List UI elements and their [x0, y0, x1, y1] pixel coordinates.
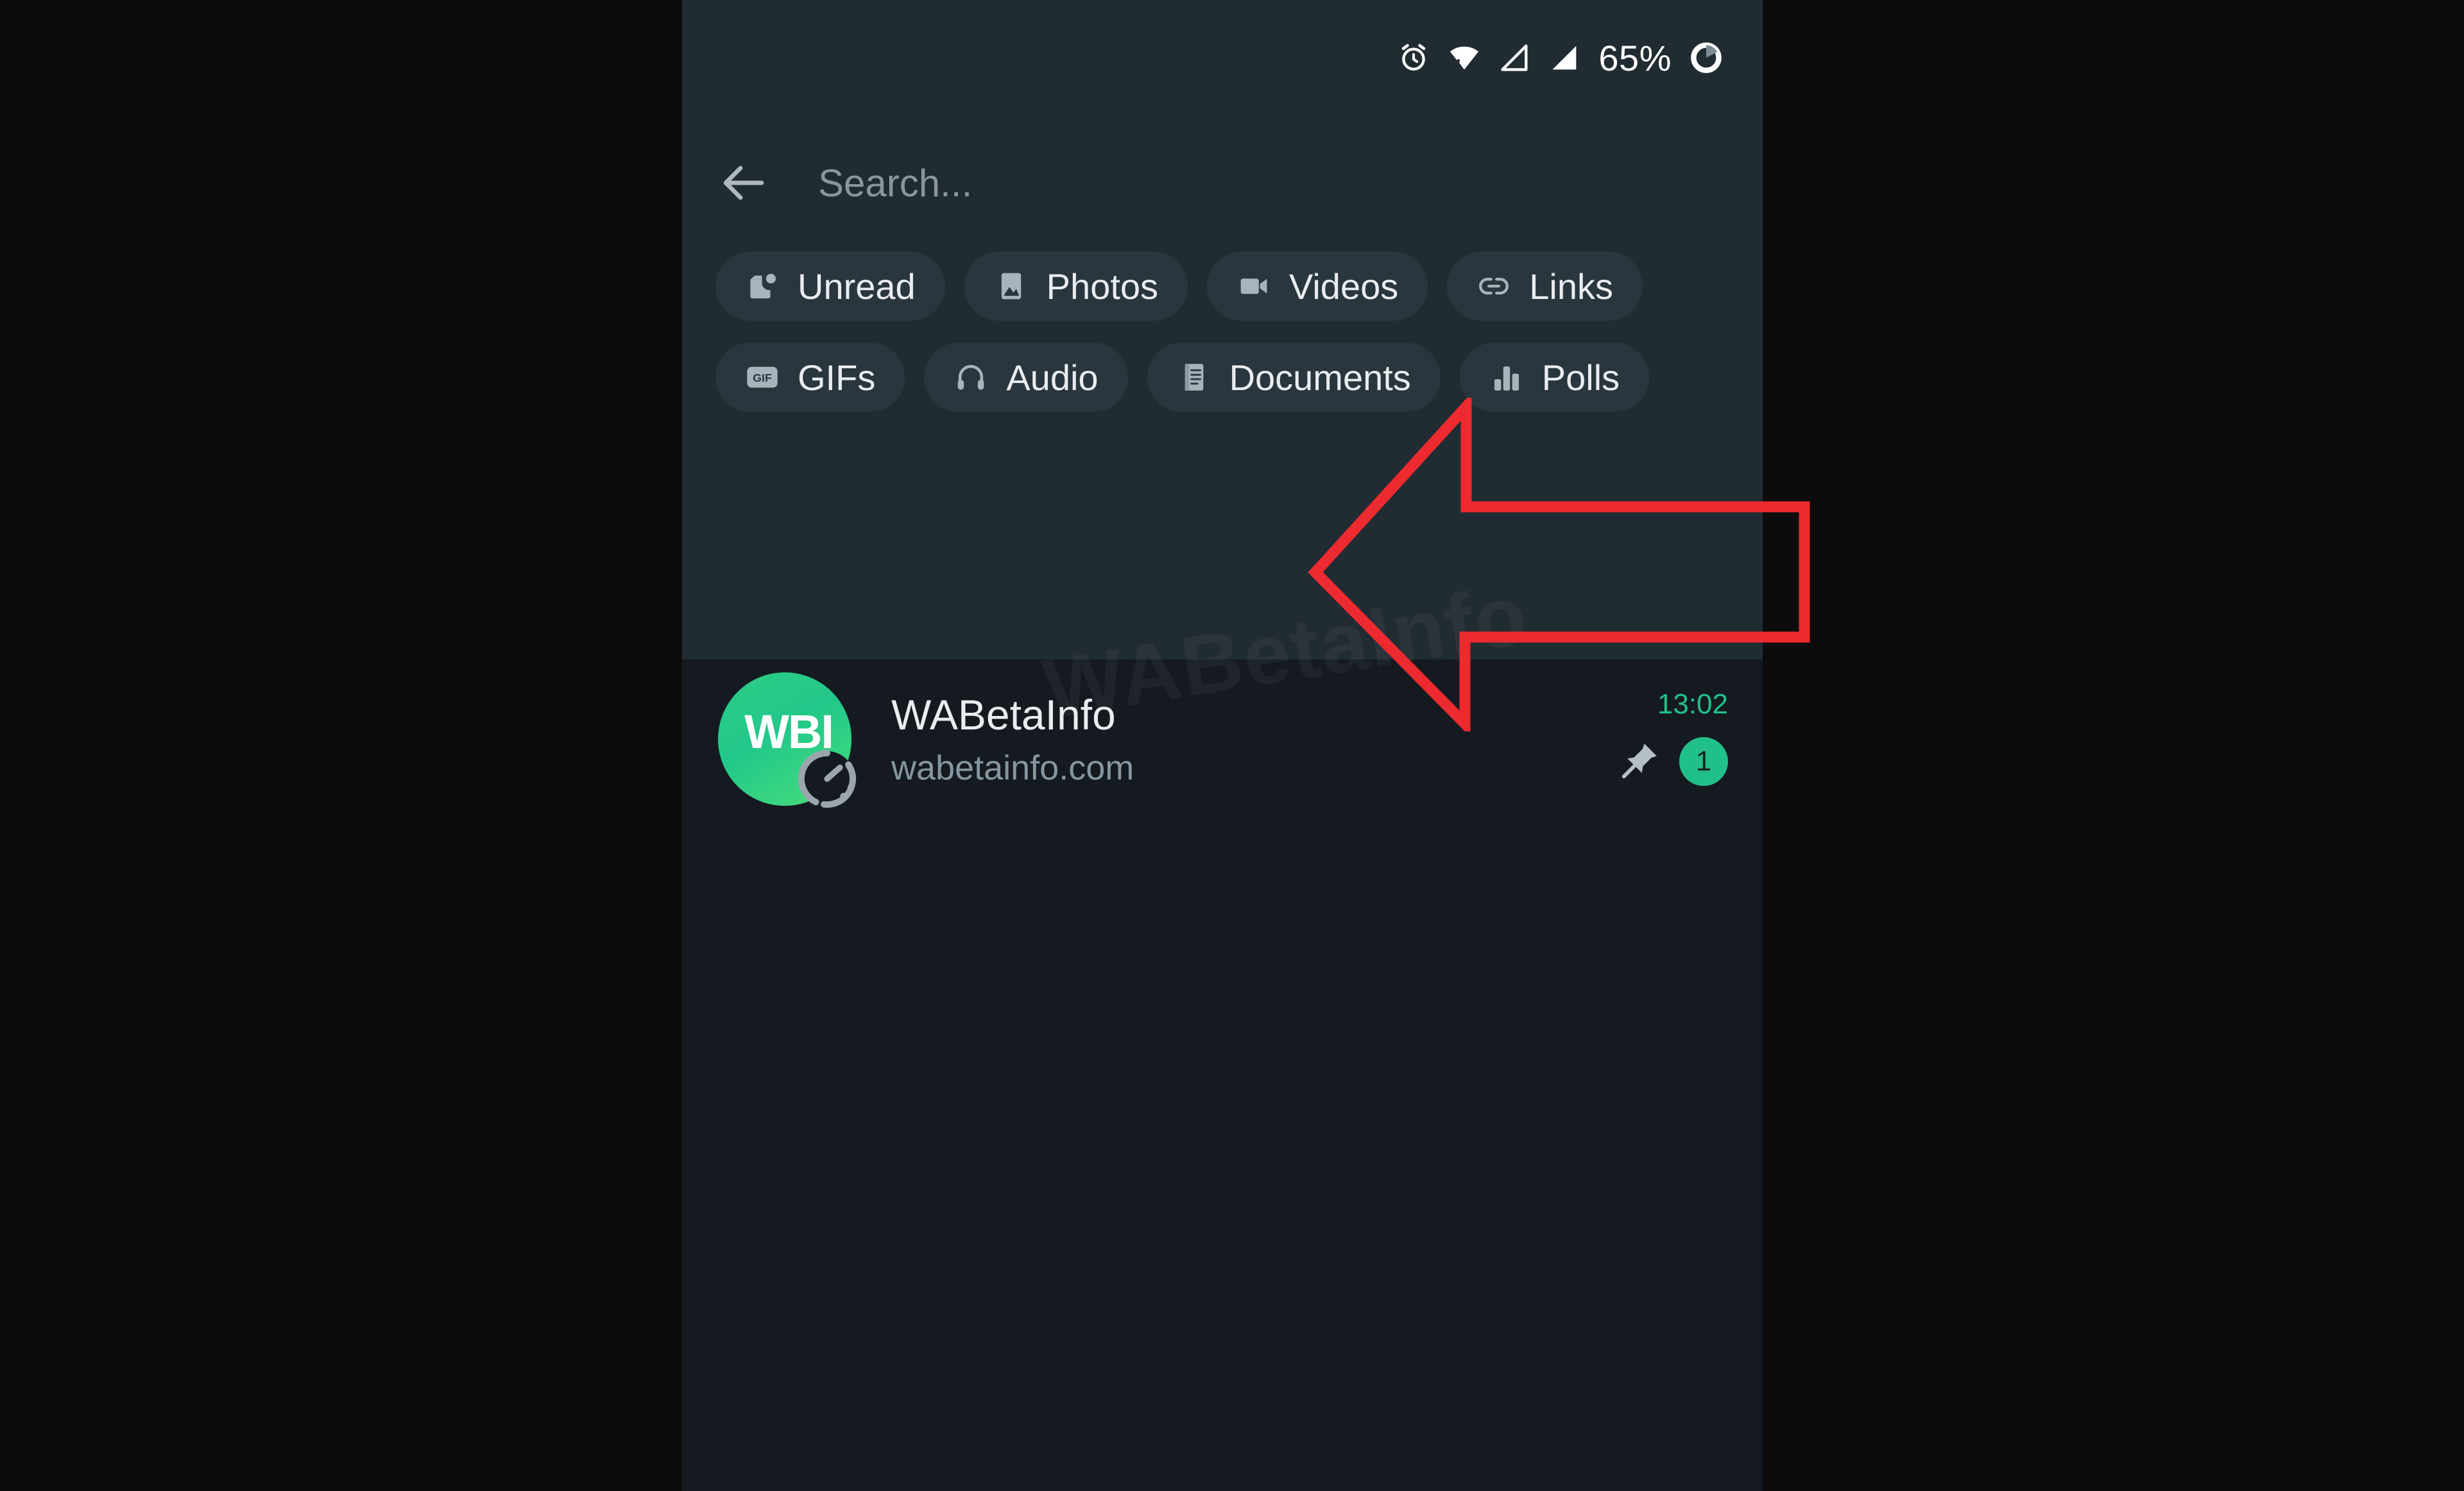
phone-screen: 65% Search... WABetaInfo	[682, 0, 1763, 1491]
chip-videos[interactable]: Videos	[1207, 251, 1428, 321]
search-bar[interactable]: Search...	[682, 115, 1763, 250]
chip-unread[interactable]: Unread	[715, 251, 945, 321]
video-camera-icon	[1236, 269, 1271, 303]
chat-subtitle: wabetainfo.com	[891, 749, 1134, 787]
chat-meta-block: 13:02 1	[1613, 688, 1728, 790]
svg-text:GIF: GIF	[753, 371, 772, 384]
document-icon	[1177, 360, 1211, 395]
unread-count: 1	[1695, 746, 1712, 777]
battery-percent-label: 65%	[1598, 37, 1672, 78]
chip-links[interactable]: Links	[1447, 251, 1643, 321]
chat-list: WBI WABetaInfo wabetainfo.com 13:02 1	[682, 660, 1763, 1491]
chip-polls[interactable]: Polls	[1459, 343, 1650, 412]
chip-label: GIFs	[798, 357, 876, 398]
battery-circle-icon	[1688, 40, 1724, 76]
chip-audio[interactable]: Audio	[924, 343, 1128, 412]
chip-label: Audio	[1006, 357, 1099, 398]
alarm-icon	[1397, 41, 1430, 74]
pin-icon	[1619, 739, 1661, 785]
search-input[interactable]: Search...	[818, 161, 972, 205]
search-header-panel: Search... WABetaInfo Unread	[682, 115, 1763, 737]
signal-sim2-icon	[1548, 41, 1582, 74]
signal-sim1-icon	[1498, 41, 1532, 74]
mark-unread-icon	[745, 269, 780, 303]
chip-label: Documents	[1229, 357, 1411, 398]
back-arrow-icon[interactable]	[714, 153, 773, 212]
screenshot-root: 65% Search... WABetaInfo	[0, 0, 2464, 1491]
filter-chips-container: Unread Photos Videos Links GIF GIFs Audi…	[682, 251, 1763, 412]
photo-icon	[994, 269, 1029, 303]
chip-gifs[interactable]: GIF GIFs	[715, 343, 905, 412]
chat-list-item[interactable]: WBI WABetaInfo wabetainfo.com 13:02 1	[682, 660, 1763, 819]
chip-label: Polls	[1541, 357, 1620, 398]
poll-bars-icon	[1489, 360, 1524, 395]
wifi-icon	[1447, 41, 1482, 74]
chip-documents[interactable]: Documents	[1147, 343, 1441, 412]
unread-badge: 1	[1679, 737, 1728, 786]
gif-badge-icon: GIF	[745, 360, 780, 395]
chat-timestamp: 13:02	[1657, 688, 1728, 720]
disappearing-messages-timer-icon	[792, 744, 862, 814]
headphones-icon	[954, 360, 988, 395]
chip-label: Videos	[1289, 266, 1399, 307]
status-bar: 65%	[682, 0, 1763, 115]
chat-text-block: WABetaInfo wabetainfo.com	[851, 690, 1613, 788]
chip-label: Links	[1529, 266, 1613, 307]
link-icon	[1476, 269, 1511, 303]
avatar[interactable]: WBI	[718, 672, 857, 808]
chip-label: Unread	[798, 266, 916, 307]
chat-meta-row: 1	[1619, 737, 1728, 786]
chip-label: Photos	[1046, 266, 1159, 307]
chip-photos[interactable]: Photos	[964, 251, 1188, 321]
chat-title: WABetaInfo	[891, 691, 1116, 738]
